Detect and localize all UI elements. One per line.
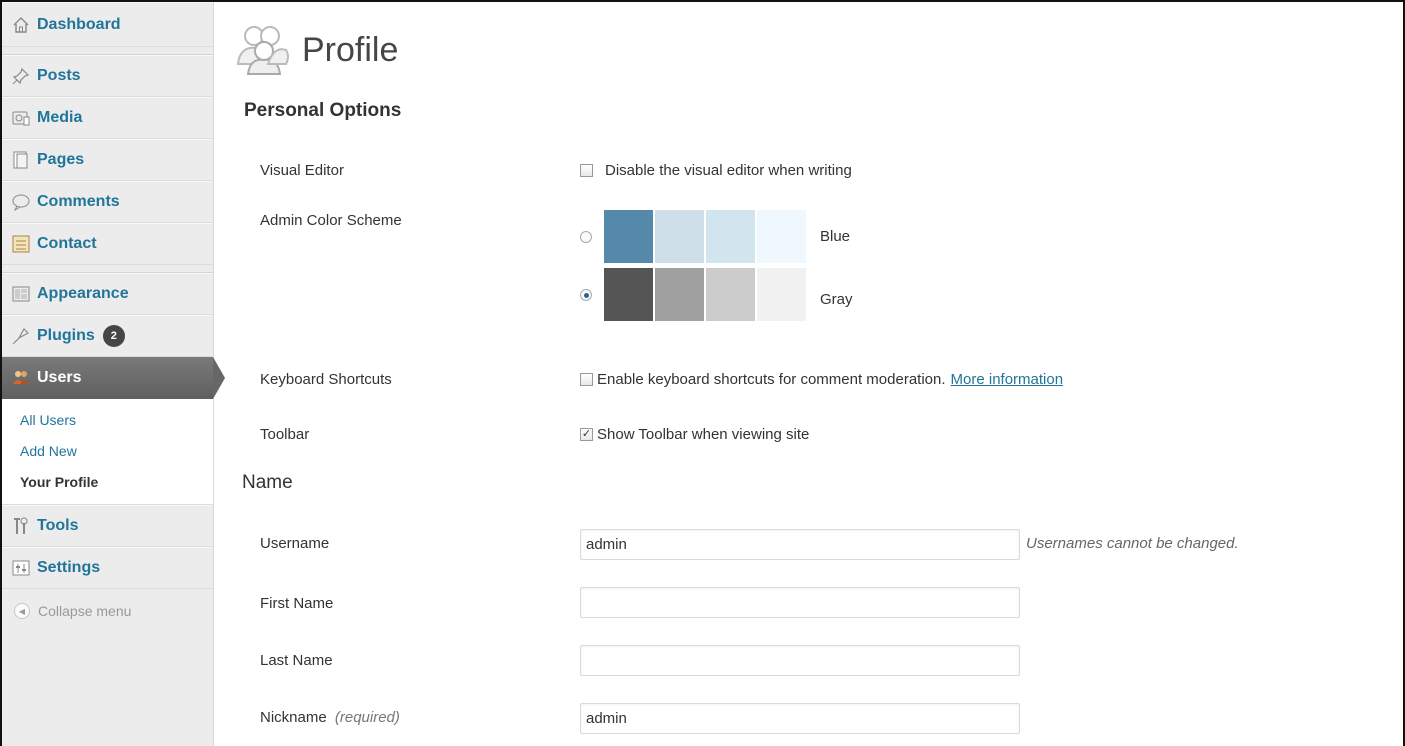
keyboard-shortcuts-text: Enable keyboard shortcuts for comment mo…	[597, 371, 946, 388]
first-name-field[interactable]	[580, 587, 1020, 618]
comments-icon	[11, 192, 31, 212]
first-name-label: First Name	[260, 595, 334, 612]
nickname-required-note: (required)	[334, 709, 400, 726]
sidebar-item-media[interactable]: Media	[2, 97, 213, 139]
toolbar-label: Toolbar	[260, 426, 310, 443]
sidebar-item-settings[interactable]: Settings	[2, 547, 213, 589]
settings-icon	[11, 558, 31, 578]
submenu-item-all-users[interactable]: All Users	[2, 405, 213, 436]
sidebar-item-label: Dashboard	[37, 15, 121, 33]
color-scheme-name: Blue	[820, 228, 851, 245]
username-label: Username	[260, 535, 330, 552]
plugins-icon	[11, 326, 31, 346]
color-swatch	[655, 268, 704, 321]
nickname-label-text: Nickname	[260, 709, 327, 726]
color-scheme-blue[interactable]: Blue	[580, 210, 850, 263]
collapse-arrow-icon: ◀	[14, 603, 30, 619]
update-count-badge: 2	[102, 325, 125, 347]
toolbar-text: Show Toolbar when viewing site	[597, 426, 810, 443]
color-scheme-gray[interactable]: Gray	[580, 268, 853, 321]
sidebar-item-plugins[interactable]: Plugins 2	[2, 315, 213, 357]
color-swatch	[706, 268, 755, 321]
visual-editor-checkbox[interactable]	[580, 164, 593, 177]
sidebar-item-label: Users	[37, 369, 82, 386]
window-frame: Dashboard Posts Media Pages Comments Con…	[0, 0, 1405, 746]
color-swatch	[604, 210, 653, 263]
contact-icon	[11, 234, 31, 254]
sidebar-item-posts[interactable]: Posts	[2, 55, 213, 97]
admin-sidebar: Dashboard Posts Media Pages Comments Con…	[2, 2, 225, 746]
submenu-item-your-profile[interactable]: Your Profile	[2, 467, 213, 498]
color-swatch	[757, 268, 806, 321]
name-heading: Name	[242, 472, 293, 493]
sidebar-item-users[interactable]: Users	[2, 357, 225, 399]
page-title: Profile	[302, 31, 399, 69]
keyboard-shortcuts-control: Enable keyboard shortcuts for comment mo…	[580, 371, 1063, 388]
keyboard-shortcuts-checkbox[interactable]	[580, 373, 593, 386]
dashboard-icon	[11, 15, 31, 35]
color-swatch	[655, 210, 704, 263]
color-swatch	[706, 210, 755, 263]
visual-editor-control: Disable the visual editor when writing	[580, 162, 852, 179]
pages-icon	[11, 150, 31, 170]
media-icon	[11, 108, 31, 128]
pushpin-icon	[11, 66, 31, 86]
sidebar-item-label: Settings	[37, 559, 101, 576]
color-swatch	[604, 268, 653, 321]
sidebar-item-contact[interactable]: Contact	[2, 223, 213, 265]
color-scheme-gray-radio[interactable]	[580, 288, 592, 301]
sidebar-item-dashboard[interactable]: Dashboard	[2, 2, 213, 47]
sidebar-item-label: Contact	[37, 235, 97, 252]
sidebar-separator	[2, 265, 213, 273]
color-scheme-name: Gray	[820, 291, 853, 308]
sidebar-item-label: Media	[37, 109, 83, 126]
sidebar-item-label: Comments	[37, 193, 120, 210]
sidebar-item-tools[interactable]: Tools	[2, 505, 213, 547]
appearance-icon	[11, 284, 31, 304]
collapse-menu-label: Collapse menu	[38, 603, 132, 619]
visual-editor-text: Disable the visual editor when writing	[605, 162, 852, 179]
collapse-menu-button[interactable]: ◀ Collapse menu	[2, 589, 213, 619]
sidebar-item-pages[interactable]: Pages	[2, 139, 213, 181]
sidebar-item-label: Plugins	[37, 327, 95, 344]
users-submenu: All Users Add New Your Profile	[2, 399, 213, 505]
users-icon	[11, 368, 31, 388]
toolbar-checkbox[interactable]: ✓	[580, 428, 593, 441]
profile-main: Profile Personal Options Visual Editor D…	[234, 2, 1403, 746]
tools-icon	[11, 516, 31, 536]
page-header: Profile	[234, 20, 398, 81]
keyboard-shortcuts-label: Keyboard Shortcuts	[260, 371, 392, 388]
username-field[interactable]: admin	[580, 529, 1020, 560]
sidebar-item-comments[interactable]: Comments	[2, 181, 213, 223]
toolbar-control: ✓ Show Toolbar when viewing site	[580, 426, 809, 443]
personal-options-heading: Personal Options	[244, 100, 402, 121]
sidebar-item-label: Tools	[37, 517, 79, 534]
color-swatch	[757, 210, 806, 263]
nickname-label: Nickname (required)	[260, 709, 400, 726]
sidebar-item-appearance[interactable]: Appearance	[2, 273, 213, 315]
last-name-label: Last Name	[260, 652, 333, 669]
color-scheme-blue-radio[interactable]	[580, 230, 592, 243]
profile-users-icon	[234, 20, 292, 81]
username-note: Usernames cannot be changed.	[1026, 535, 1239, 552]
sidebar-item-label: Pages	[37, 151, 85, 168]
last-name-field[interactable]	[580, 645, 1020, 676]
submenu-item-add-new[interactable]: Add New	[2, 436, 213, 467]
visual-editor-label: Visual Editor	[260, 162, 344, 179]
sidebar-item-label: Appearance	[37, 285, 129, 302]
sidebar-separator	[2, 47, 213, 55]
more-information-link[interactable]: More information	[951, 371, 1064, 388]
color-scheme-label: Admin Color Scheme	[260, 212, 402, 229]
nickname-field[interactable]: admin	[580, 703, 1020, 734]
sidebar-item-label: Posts	[37, 67, 81, 84]
